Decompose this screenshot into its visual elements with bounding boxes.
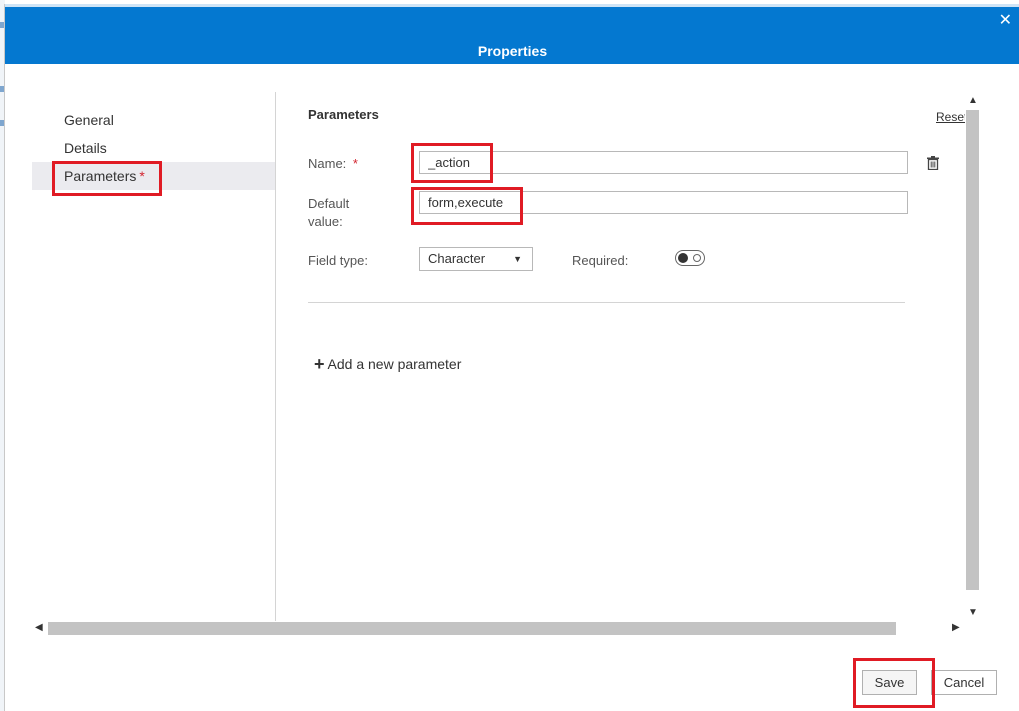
name-label: Name: * [308, 155, 358, 173]
cancel-button[interactable]: Cancel [931, 670, 997, 695]
field-type-value: Character [428, 251, 486, 266]
default-value-label: Default value: [308, 195, 349, 231]
required-mark: * [139, 168, 145, 184]
horizontal-scrollbar[interactable]: ◀ ▶ [32, 621, 965, 636]
add-parameter-button[interactable]: + Add a new parameter [314, 353, 461, 374]
default-value-input[interactable] [419, 191, 908, 214]
properties-nav: General Details Parameters * [32, 92, 276, 622]
vertical-scroll-thumb[interactable] [966, 110, 979, 590]
nav-item-parameters[interactable]: Parameters * [32, 162, 275, 190]
nav-item-label: Details [64, 140, 107, 156]
default-value-label-line1: Default [308, 196, 350, 211]
dialog-title: Properties [477, 43, 548, 59]
trash-icon[interactable] [927, 156, 939, 171]
caret-down-icon: ▼ [513, 254, 522, 264]
field-type-select[interactable]: Character ▼ [419, 247, 533, 271]
plus-icon: + [314, 354, 325, 374]
save-button[interactable]: Save [862, 670, 917, 695]
vertical-scrollbar[interactable]: ▲ ▼ [965, 95, 980, 622]
required-toggle[interactable] [675, 250, 705, 266]
default-value-label-line2: value: [308, 214, 343, 229]
nav-item-label: Parameters [64, 168, 137, 184]
required-label: Required: [572, 253, 629, 268]
required-mark: * [352, 156, 358, 171]
scroll-left-icon[interactable]: ◀ [35, 622, 43, 633]
dialog-titlebar: Properties ✕ [5, 4, 1019, 64]
section-title: Parameters [308, 107, 379, 122]
name-input[interactable] [419, 151, 908, 174]
add-parameter-label: Add a new parameter [327, 356, 462, 372]
close-icon[interactable]: ✕ [999, 13, 1012, 29]
toggle-knob [678, 253, 688, 263]
nav-item-general[interactable]: General [32, 106, 275, 134]
field-type-label: Field type: [308, 253, 368, 268]
scroll-right-icon[interactable]: ▶ [952, 622, 960, 633]
name-label-text: Name: [308, 156, 347, 171]
reset-link[interactable]: Reset [936, 110, 967, 124]
nav-item-label: General [64, 112, 114, 128]
toggle-off-icon [693, 254, 701, 262]
section-divider [308, 302, 905, 303]
scroll-down-icon[interactable]: ▼ [968, 607, 978, 618]
nav-item-details[interactable]: Details [32, 134, 275, 162]
horizontal-scroll-thumb[interactable] [48, 622, 896, 635]
scroll-up-icon[interactable]: ▲ [968, 95, 978, 106]
